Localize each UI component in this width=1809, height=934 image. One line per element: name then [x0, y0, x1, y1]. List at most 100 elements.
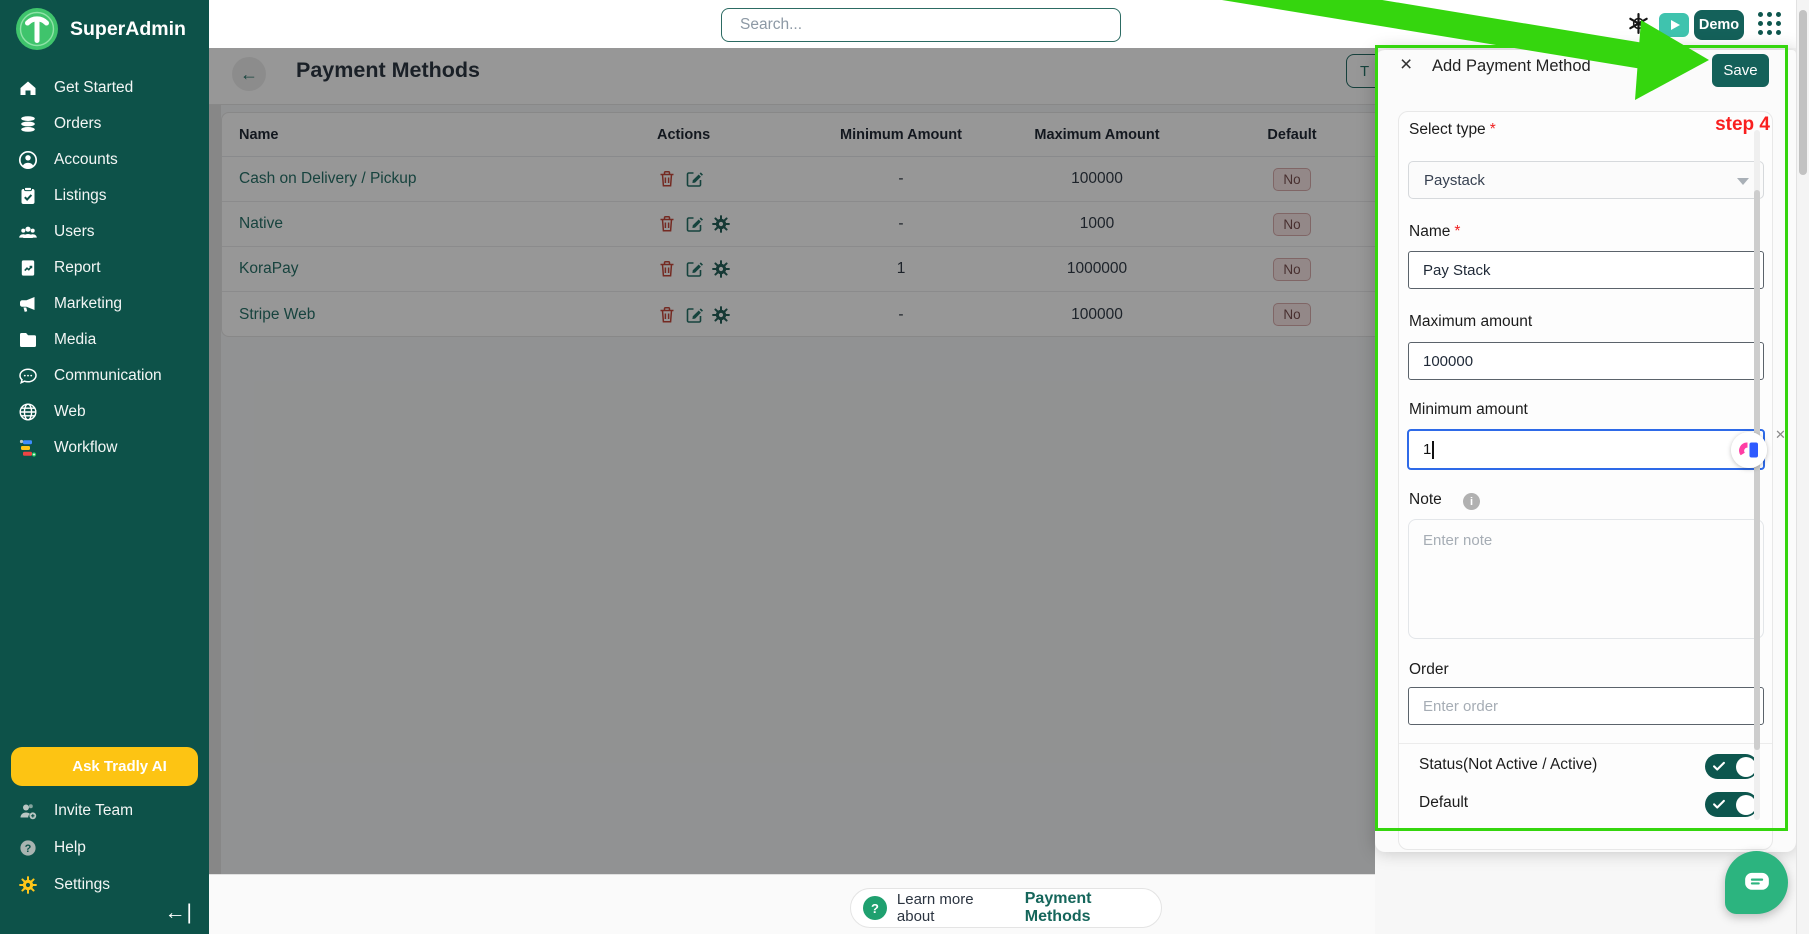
sidebar-item-label: Marketing [54, 295, 123, 312]
maximum-amount-value: 1000 [1079, 215, 1115, 232]
default-badge: No [1273, 257, 1311, 281]
close-icon[interactable]: × [1400, 53, 1412, 77]
openai-swirl-icon[interactable] [1627, 12, 1650, 35]
sidebar-item-workflow[interactable]: Workflow [0, 430, 209, 466]
scrollbar-thumb[interactable] [1799, 10, 1807, 175]
edit-button[interactable] [684, 259, 704, 279]
note-field[interactable] [1408, 519, 1764, 639]
payment-method-name[interactable]: Cash on Delivery / Pickup [239, 157, 416, 201]
minimum-amount-value: - [898, 170, 904, 187]
panel-scrollbar[interactable] [1754, 130, 1760, 820]
back-arrow-icon: ← [240, 63, 258, 84]
sidebar-item-users[interactable]: Users [0, 214, 209, 250]
learn-more-link[interactable]: Payment Methods [1025, 890, 1161, 926]
table-row: Stripe Web - 100000 No [222, 292, 1420, 337]
search-input[interactable] [721, 8, 1121, 42]
help-icon: ? [18, 838, 38, 858]
chat-icon [1744, 872, 1769, 890]
payment-method-name[interactable]: Stripe Web [239, 292, 315, 337]
chat-widget-button[interactable] [1725, 851, 1788, 914]
tradly-logo-icon [15, 7, 59, 51]
delete-button[interactable] [657, 169, 677, 189]
row-actions [657, 157, 704, 201]
delete-button[interactable] [657, 259, 677, 279]
sidebar-item-report[interactable]: Report [0, 250, 209, 286]
minimum-amount-field[interactable]: 1 [1407, 429, 1765, 470]
status-toggle-label: Status(Not Active / Active) [1419, 756, 1598, 773]
sidebar-item-web[interactable]: Web [0, 394, 209, 430]
delete-button[interactable] [657, 214, 677, 234]
svg-text:?: ? [25, 843, 32, 855]
status-toggle[interactable] [1705, 754, 1758, 779]
apps-grid-icon[interactable] [1758, 12, 1782, 36]
communication-icon [18, 366, 38, 386]
sidebar-item-label: Settings [54, 875, 111, 893]
payment-method-name[interactable]: Native [239, 202, 283, 246]
edit-button[interactable] [684, 169, 704, 189]
default-badge: No [1273, 167, 1311, 191]
sidebar-item-marketing[interactable]: Marketing [0, 286, 209, 322]
name-label: Name * [1409, 223, 1461, 240]
demo-button[interactable]: Demo [1694, 10, 1744, 40]
default-toggle[interactable] [1705, 792, 1758, 817]
brand[interactable]: SuperAdmin [15, 7, 186, 51]
page-scrollbar[interactable] [1796, 0, 1809, 934]
maximum-amount-value: 1000000 [1066, 260, 1128, 277]
learn-more-pill[interactable]: ? Learn more about Payment Methods [850, 888, 1162, 928]
back-button[interactable]: ← [232, 57, 266, 91]
topbar: Demo [209, 0, 1796, 48]
sidebar-item-label: Help [54, 838, 86, 856]
maximum-amount-field[interactable] [1408, 342, 1764, 380]
learn-more-text: Learn more about [896, 891, 974, 925]
ask-tradly-ai-button[interactable]: Ask Tradly AI [11, 747, 198, 786]
settings-button[interactable] [711, 305, 731, 325]
sidebar-item-communication[interactable]: Communication [0, 358, 209, 394]
default-badge: No [1273, 303, 1311, 326]
brand-name: SuperAdmin [70, 17, 186, 40]
settings-icon [18, 875, 38, 895]
name-field[interactable] [1408, 251, 1764, 289]
default-cell: No [1247, 292, 1337, 337]
sidebar-item-help[interactable]: ? Help [0, 829, 209, 866]
sidebar-item-label: Get Started [54, 79, 134, 96]
page-title: Payment Methods [296, 58, 480, 82]
sidebar-item-listings[interactable]: Listings [0, 178, 209, 214]
ask-tradly-ai-label: Ask Tradly AI [72, 758, 167, 775]
type-select[interactable]: Paystack [1408, 161, 1764, 199]
sidebar-item-label: Web [54, 403, 86, 420]
sidebar-item-label: Workflow [54, 439, 118, 456]
step-annotation: step 4 [1715, 114, 1770, 135]
settings-button[interactable] [711, 214, 731, 234]
delete-button[interactable] [657, 305, 677, 325]
save-button[interactable]: Save [1712, 54, 1769, 87]
sidebar-item-label: Invite Team [54, 801, 133, 819]
minimum-amount-value: - [898, 215, 904, 232]
sidebar-item-invite-team[interactable]: Invite Team [0, 792, 209, 829]
badge-close-icon[interactable]: ✕ [1775, 427, 1786, 443]
payment-method-name[interactable]: KoraPay [239, 247, 298, 291]
sidebar-item-orders[interactable]: Orders [0, 106, 209, 142]
order-field[interactable] [1408, 687, 1764, 725]
media-icon [18, 330, 38, 350]
check-icon [1712, 797, 1726, 811]
sidebar-item-label: Users [54, 223, 95, 240]
video-play-button[interactable] [1659, 13, 1689, 37]
sidebar-nav: Get Started Orders Accounts Listings Users Re… [0, 70, 209, 466]
sidebar-item-settings[interactable]: Settings [0, 866, 209, 903]
report-icon [18, 258, 38, 278]
sidebar-item-accounts[interactable]: Accounts [0, 142, 209, 178]
col-default: Default [1267, 126, 1317, 143]
sidebar-item-get-started[interactable]: Get Started [0, 70, 209, 106]
collapse-sidebar-icon[interactable]: ←| [165, 901, 193, 925]
info-icon[interactable]: i [1463, 493, 1480, 510]
sidebar-item-media[interactable]: Media [0, 322, 209, 358]
row-actions [657, 247, 731, 291]
default-badge: No [1273, 212, 1311, 236]
extension-badge-icon[interactable] [1731, 432, 1767, 468]
content-scrollbar[interactable] [209, 48, 221, 874]
sidebar: SuperAdmin Get Started Orders Accounts List… [0, 0, 209, 934]
sidebar-item-label: Media [54, 331, 97, 348]
edit-button[interactable] [684, 214, 704, 234]
settings-button[interactable] [711, 259, 731, 279]
edit-button[interactable] [684, 305, 704, 325]
